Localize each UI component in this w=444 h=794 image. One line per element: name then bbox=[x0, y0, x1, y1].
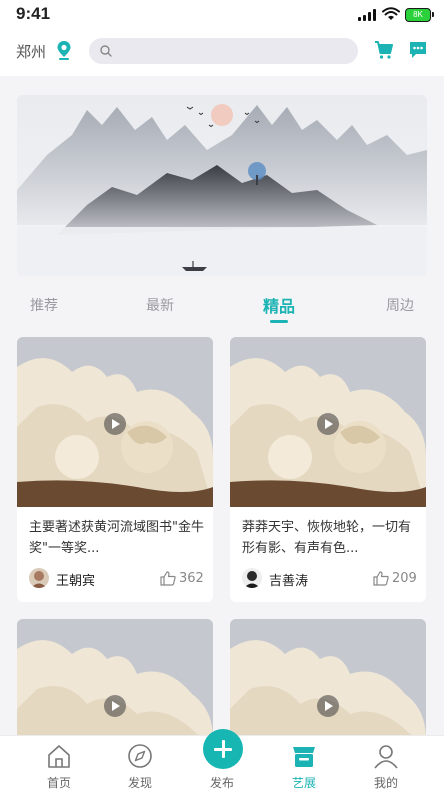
banner-landscape-image bbox=[17, 95, 427, 276]
author-name[interactable]: 王朝宾 bbox=[56, 570, 95, 589]
top-bar: 郑州 bbox=[0, 30, 444, 76]
signal-icon bbox=[358, 9, 376, 21]
nav-label: 首页 bbox=[46, 776, 71, 790]
tab-latest[interactable]: 最新 bbox=[146, 295, 174, 315]
user-icon bbox=[374, 745, 398, 769]
play-icon[interactable] bbox=[317, 695, 339, 717]
author-name[interactable]: 吉善涛 bbox=[269, 570, 308, 589]
tab-recommend[interactable]: 推荐 bbox=[30, 295, 58, 315]
artwork-image bbox=[17, 337, 213, 507]
avatar[interactable] bbox=[29, 568, 49, 588]
status-time: 9:41 bbox=[16, 4, 51, 23]
nav-exhibition[interactable]: 艺展 bbox=[274, 736, 334, 794]
nav-label: 发现 bbox=[127, 776, 152, 790]
search-input[interactable] bbox=[89, 38, 358, 64]
artwork-card[interactable]: 莽莽天宇、恢恢地轮，一切有形有影、有声有色... 吉善涛 209 bbox=[230, 337, 426, 602]
nav-profile[interactable]: 我的 bbox=[356, 736, 416, 794]
home-icon bbox=[48, 745, 70, 768]
nav-home[interactable]: 首页 bbox=[29, 736, 89, 794]
nav-label: 发布 bbox=[209, 776, 234, 790]
avatar[interactable] bbox=[242, 568, 262, 588]
nav-discover[interactable]: 发现 bbox=[110, 736, 170, 794]
search-icon bbox=[100, 45, 112, 57]
like-count: 209 bbox=[392, 571, 417, 586]
play-icon[interactable] bbox=[104, 695, 126, 717]
artwork-image bbox=[230, 619, 426, 739]
artwork-card[interactable] bbox=[17, 619, 213, 739]
wifi-icon bbox=[382, 7, 400, 20]
artwork-description: 莽莽天宇、恢恢地轮，一切有形有影、有声有色... bbox=[242, 520, 412, 556]
tab-nearby[interactable]: 周边 bbox=[386, 295, 414, 315]
city-selector[interactable]: 郑州 bbox=[16, 41, 46, 62]
artwork-card[interactable]: 主要著述获黄河流域图书"金牛奖"一等奖... 王朝宾 362 bbox=[17, 337, 213, 602]
publish-plus-button[interactable] bbox=[203, 729, 243, 769]
like-icon[interactable] bbox=[160, 571, 176, 586]
banner-carousel[interactable] bbox=[17, 95, 427, 276]
status-bar: 9:41 8K bbox=[0, 0, 444, 30]
artwork-image bbox=[230, 337, 426, 507]
category-tabs: 推荐 最新 精品 周边 bbox=[0, 290, 444, 326]
artwork-description: 主要著述获黄河流域图书"金牛奖"一等奖... bbox=[29, 520, 204, 556]
nav-label: 我的 bbox=[373, 776, 398, 790]
artwork-card[interactable] bbox=[230, 619, 426, 739]
tab-featured[interactable]: 精品 bbox=[263, 293, 295, 317]
location-pin-icon[interactable] bbox=[56, 40, 72, 60]
nav-label: 艺展 bbox=[291, 776, 316, 790]
like-count: 362 bbox=[179, 571, 204, 586]
store-icon bbox=[293, 747, 315, 767]
like-icon[interactable] bbox=[373, 571, 389, 586]
artwork-image bbox=[17, 619, 213, 739]
message-icon[interactable] bbox=[408, 40, 428, 60]
tab-active-indicator bbox=[270, 320, 288, 323]
cart-icon[interactable] bbox=[374, 40, 394, 60]
battery-icon: 8K bbox=[405, 8, 434, 22]
play-icon[interactable] bbox=[104, 413, 126, 435]
compass-icon bbox=[128, 744, 152, 768]
play-icon[interactable] bbox=[317, 413, 339, 435]
